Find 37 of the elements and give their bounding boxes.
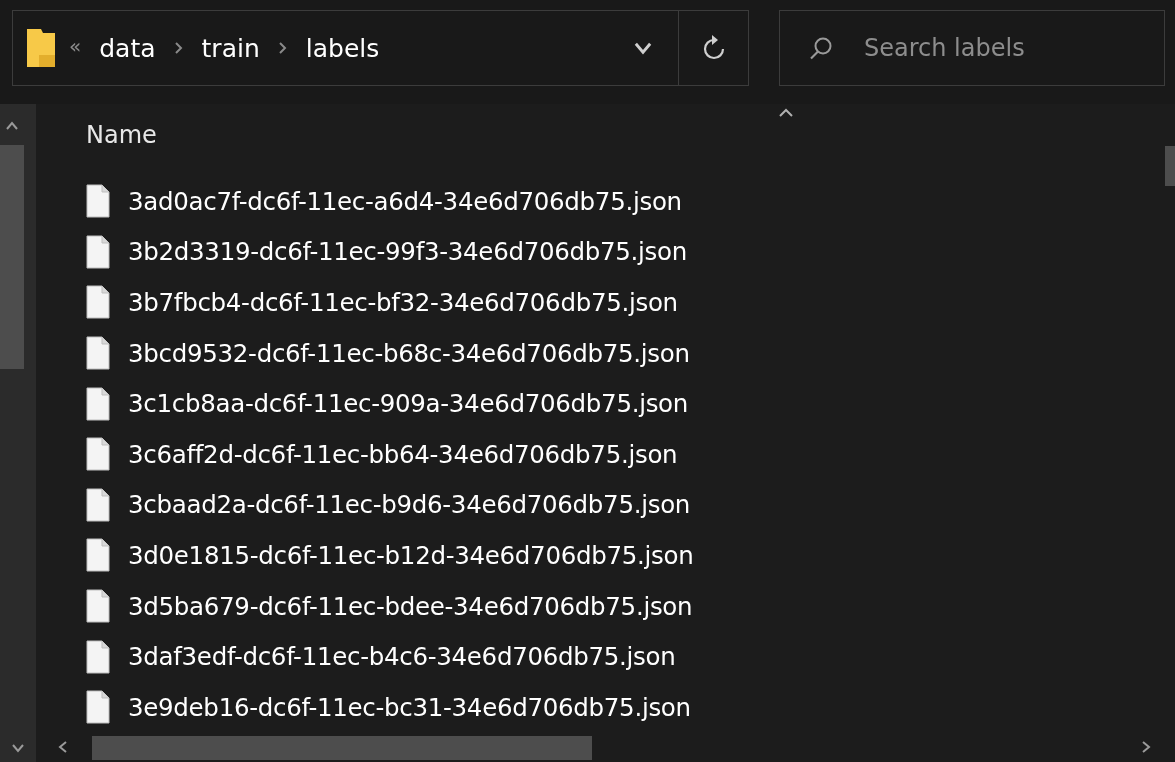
file-name[interactable]: 3daf3edf-dc6f-11ec-b4c6-34e6d706db75.json [128,642,676,672]
file-name[interactable]: 3e9deb16-dc6f-11ec-bc31-34e6d706db75.json [128,692,691,722]
file-name[interactable]: 3cbaad2a-dc6f-11ec-b9d6-34e6d706db75.json [128,490,691,520]
file-icon [86,336,110,371]
file-icon [86,538,110,573]
file-icon [86,690,110,725]
file-icon [86,386,110,421]
file-icon [86,234,110,269]
file-name[interactable]: 3d0e1815-dc6f-11ec-b12d-34e6d706db75.json [128,540,694,570]
file-icon [86,437,110,472]
overflow-chevron[interactable]: « [69,34,82,58]
search-field[interactable]: Search labels [779,10,1165,86]
breadcrumb[interactable]: labels [305,33,380,63]
scrollbar-thumb[interactable] [1165,146,1175,186]
file-name[interactable]: 3ad0ac7f-dc6f-11ec-a6d4-34e6d706db75.json [128,186,682,216]
file-name[interactable]: 3c6aff2d-dc6f-11ec-bb64-34e6d706db75.json [128,439,678,469]
search-icon [809,36,833,60]
column-header[interactable]: Name [86,104,1163,166]
address-bar[interactable]: « data train labels [12,10,749,86]
file-icon [86,487,110,522]
file-name[interactable]: 3bcd9532-dc6f-11ec-b68c-34e6d706db75.json [128,338,690,368]
file-icon [86,589,110,624]
separator-icon [277,41,288,55]
folder-icon [27,29,55,67]
file-name[interactable]: 3d5ba679-dc6f-11ec-bdee-34e6d706db75.json [128,591,693,621]
file-name[interactable]: 3c1cb8aa-dc6f-11ec-909a-34e6d706db75.json [128,389,689,419]
file-name[interactable]: 3b7fbcb4-dc6f-11ec-bf32-34e6d706db75.json [128,288,678,317]
file-name[interactable]: 3b2d3319-dc6f-11ec-99f3-34e6d706db75.json [128,237,687,267]
separator-icon [173,41,184,55]
file-icon [86,639,110,674]
file-icon [86,184,110,219]
breadcrumb[interactable]: train [201,33,260,63]
file-icon [86,285,110,320]
scrollbar-thumb[interactable] [0,145,24,369]
refresh-icon[interactable] [702,35,725,61]
scrollbar-thumb[interactable] [92,736,592,760]
breadcrumb[interactable]: data [99,33,156,63]
